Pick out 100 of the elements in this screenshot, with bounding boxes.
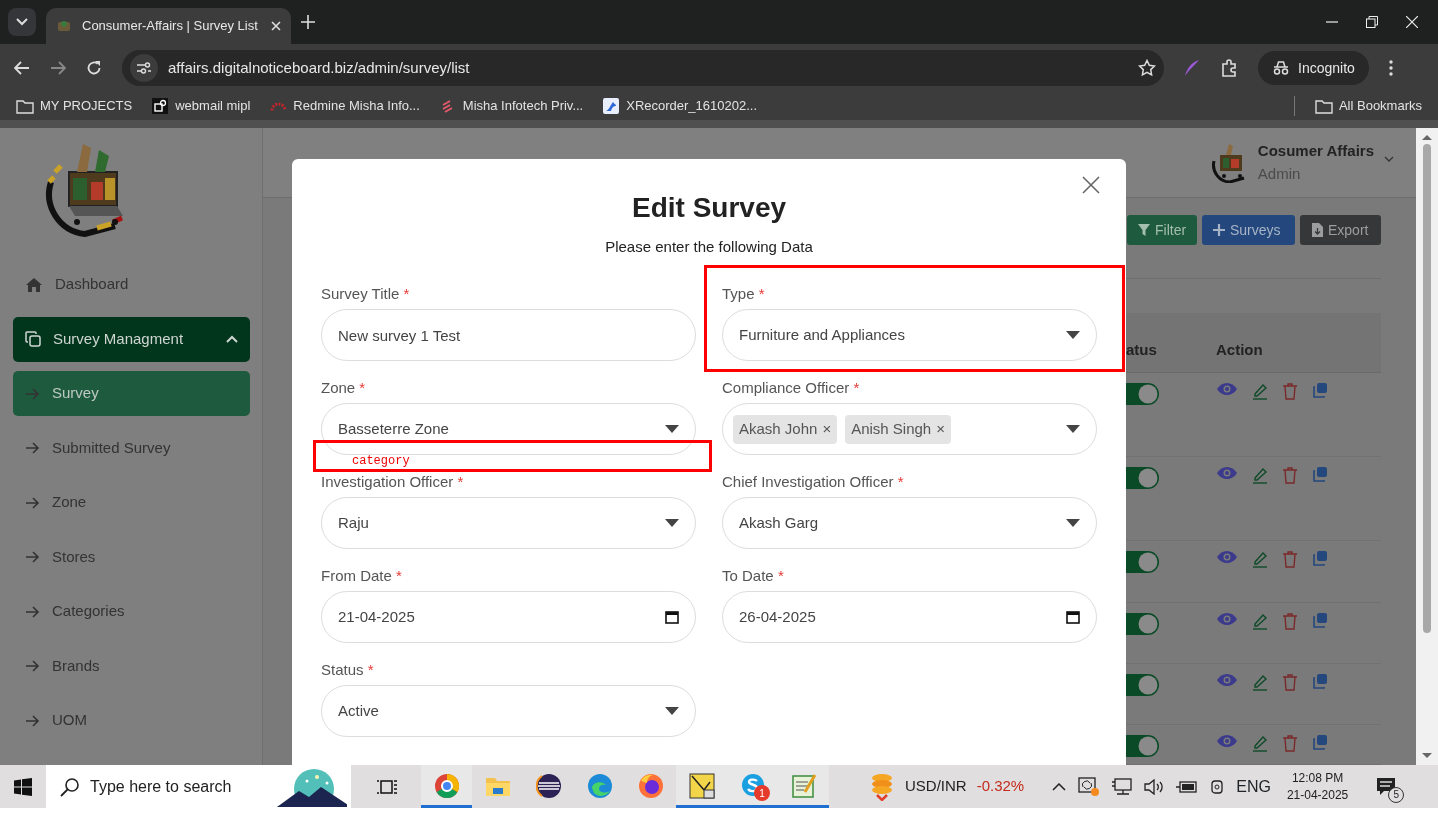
forward-icon[interactable] (50, 61, 66, 75)
clock-date[interactable]: 21-04-2025 (1286, 786, 1349, 803)
copy-icon[interactable] (1312, 382, 1328, 398)
pencil-icon[interactable] (1252, 734, 1268, 752)
bookmarks-folder[interactable]: All Bookmarks (1314, 96, 1422, 116)
folder-icon (16, 98, 34, 114)
toggle-switch[interactable] (1126, 550, 1160, 574)
bookmark-link[interactable]: Redmine Misha Info... (270, 96, 420, 116)
add-button[interactable]: Surveys (1202, 215, 1295, 245)
sidebar-item[interactable]: Survey (13, 371, 250, 416)
notification-center-icon[interactable] (1376, 776, 1397, 797)
taskbar-app[interactable] (676, 765, 727, 808)
calendar-icon[interactable] (1066, 610, 1080, 625)
eye-icon[interactable] (1216, 382, 1238, 396)
back-icon[interactable] (14, 61, 30, 75)
trash-icon[interactable] (1282, 382, 1298, 400)
chevron-down-icon[interactable] (1384, 155, 1394, 162)
reload-icon[interactable] (86, 60, 102, 76)
pencil-icon[interactable] (1252, 466, 1268, 484)
arrow-icon (25, 605, 40, 618)
bookmark-link[interactable]: Misha Infotech Priv... (439, 96, 584, 116)
toggle-switch[interactable] (1126, 734, 1160, 758)
calendar-icon[interactable] (665, 610, 679, 625)
arc-icon (270, 101, 288, 111)
star-icon[interactable] (1138, 59, 1156, 77)
copy-icon[interactable] (1312, 673, 1328, 689)
field-label: Survey Title * (321, 285, 411, 303)
taskbar-app[interactable]: 1 (727, 765, 778, 808)
sidebar-group[interactable]: Survey Managment (13, 316, 250, 362)
scroll-up-icon (1422, 134, 1432, 140)
language-indicator[interactable]: ENG (1236, 774, 1271, 799)
bookmark-link[interactable]: webmail mipl (152, 96, 251, 116)
toggle-switch[interactable] (1126, 382, 1160, 406)
remove-chip-button[interactable]: × (822, 418, 832, 441)
coins-icon[interactable] (869, 772, 895, 801)
pencil-icon[interactable] (1252, 382, 1268, 400)
close-button[interactable] (1082, 176, 1100, 194)
copy-icon[interactable] (1312, 466, 1328, 482)
restore-icon[interactable] (1366, 16, 1378, 28)
home-icon (25, 276, 43, 293)
browser-tab[interactable]: Consumer-Affairs | Survey List (46, 8, 291, 44)
trash-icon[interactable] (1282, 466, 1298, 484)
copy-icon[interactable] (1312, 734, 1328, 750)
caret-down-icon (1066, 519, 1080, 528)
search-field[interactable]: Type here to search (90, 774, 255, 799)
trash-icon[interactable] (1282, 673, 1298, 691)
chevron-up-icon[interactable] (1052, 782, 1067, 791)
bookmark-link[interactable]: XRecorder_1610202... (603, 96, 758, 116)
field-label: Status * (321, 661, 375, 679)
new-tab-icon[interactable] (301, 15, 315, 29)
battery-icon[interactable] (1176, 780, 1199, 793)
task-view-icon[interactable] (377, 777, 397, 796)
trash-icon[interactable] (1282, 612, 1298, 630)
tab-list-button[interactable] (8, 8, 36, 36)
column-header: atus (1126, 339, 1158, 360)
arrow-icon (25, 387, 40, 400)
eye-icon[interactable] (1216, 734, 1238, 748)
eye-icon[interactable] (1216, 550, 1238, 564)
copy-icon[interactable] (1312, 612, 1328, 628)
four-panes-icon (14, 777, 32, 796)
trash-icon[interactable] (1282, 734, 1298, 752)
caret-down-icon (1066, 331, 1080, 340)
bookmark-link[interactable]: MY PROJECTS (16, 96, 133, 116)
filter-button[interactable]: Filter (1127, 215, 1197, 245)
remove-chip-button[interactable]: × (936, 418, 945, 441)
export-button[interactable]: Export (1300, 215, 1381, 245)
trash-icon[interactable] (1282, 550, 1298, 568)
eye-icon[interactable] (1216, 612, 1238, 626)
notepad-pencil-icon (790, 773, 817, 799)
filter-icon (1137, 223, 1151, 237)
field-label: From Date * (321, 567, 403, 585)
puzzle-icon[interactable] (1220, 59, 1238, 77)
menu-icon[interactable] (1388, 60, 1393, 76)
camera-icon[interactable] (1210, 777, 1225, 796)
pencil-icon[interactable] (1252, 550, 1268, 568)
sync-icon[interactable] (1078, 776, 1101, 797)
copy-icon[interactable] (1312, 550, 1328, 566)
feather-icon[interactable] (1184, 59, 1200, 77)
close-icon[interactable] (1406, 16, 1418, 28)
site-settings-icon[interactable] (136, 61, 152, 75)
toggle-switch[interactable] (1126, 466, 1160, 490)
toggle-switch[interactable] (1126, 673, 1160, 697)
chip-label: Anish Singh (851, 419, 932, 440)
text-field[interactable]: New survey 1 Test (321, 309, 696, 362)
close-icon[interactable] (271, 21, 281, 31)
scrollbar[interactable] (1416, 128, 1438, 765)
profile-button[interactable]: Incognito (1258, 51, 1369, 85)
network-icon[interactable] (1112, 777, 1133, 796)
url-field[interactable]: affairs.digitalnoticeboard.biz/admin/survey/list (168, 56, 1128, 80)
speaker-icon[interactable] (1144, 778, 1165, 795)
eye-icon[interactable] (1216, 673, 1238, 687)
toggle-switch[interactable] (1126, 612, 1160, 636)
eye-icon[interactable] (1216, 466, 1238, 480)
search-box[interactable]: Type here to search (46, 765, 351, 808)
pencil-icon[interactable] (1252, 673, 1268, 691)
arrow-icon (25, 551, 40, 563)
caret-down-icon (1066, 425, 1080, 434)
clock-time[interactable]: 12:08 PM (1286, 770, 1349, 787)
fox-app-icon (637, 773, 664, 799)
pencil-icon[interactable] (1252, 612, 1268, 630)
